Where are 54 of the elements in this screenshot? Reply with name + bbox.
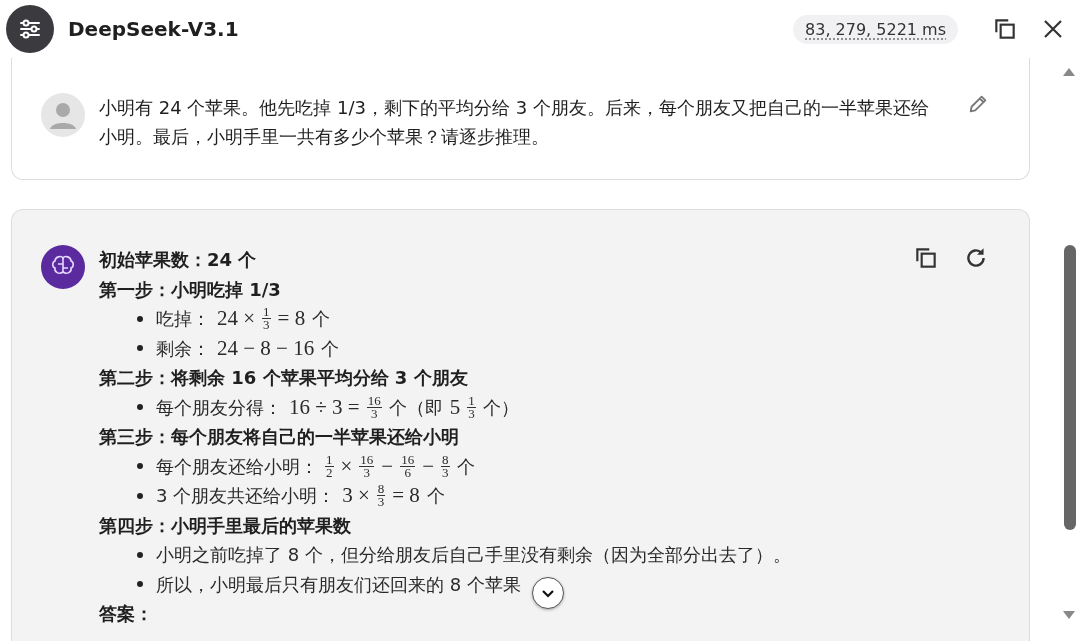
math-expression: 24 ×	[217, 305, 256, 333]
bullet-text: 个	[312, 307, 331, 332]
math-expression: 3 ×	[342, 482, 370, 510]
bullet-text: 每个朋友分得：	[156, 395, 282, 420]
bullet-text: 所以，小明最后只有朋友们还回来的 8 个苹果	[156, 572, 521, 597]
fraction: 16 3	[359, 453, 375, 479]
bullet-text: 剩余：	[156, 336, 210, 361]
math-expression: 24 − 8 − 16	[217, 334, 315, 362]
stats-badge: 83, 279, 5221 ms	[793, 14, 958, 44]
math-expression: 16 ÷ 3 =	[289, 393, 360, 421]
bullet-text: 个）	[482, 395, 519, 420]
math-expression: = 8	[392, 482, 420, 510]
copy-icon[interactable]	[913, 245, 939, 271]
user-avatar-icon	[41, 93, 85, 137]
edit-icon[interactable]	[967, 93, 989, 115]
step-heading: 答案：	[99, 602, 154, 626]
math-expression: 5	[449, 393, 461, 421]
bullet-text: 吃掉：	[156, 307, 210, 332]
fraction: 8 3	[441, 453, 450, 479]
math-expression: −	[422, 452, 435, 480]
close-icon[interactable]	[1042, 18, 1064, 40]
copy-icon[interactable]	[992, 16, 1018, 42]
bullet-text: 个	[456, 454, 475, 479]
bullet-icon	[137, 345, 143, 352]
math-expression: ×	[340, 452, 353, 480]
fraction: 1 3	[467, 394, 476, 420]
step-heading: 第二步：将剩余 16 个苹果平均分给 3 个朋友	[99, 366, 469, 390]
math-expression: = 8	[277, 305, 306, 333]
step-heading: 第三步：每个朋友将自己的一半苹果还给小明	[99, 425, 460, 449]
fraction: 16 6	[400, 453, 416, 479]
bullet-icon	[137, 551, 143, 558]
bullet-text: 个	[426, 484, 445, 509]
bullet-text: 个	[321, 336, 340, 361]
fraction: 1 2	[325, 453, 334, 479]
bullet-text: 3 个朋友共还给小明：	[156, 484, 336, 509]
step-heading: 初始苹果数：24 个	[99, 248, 258, 272]
step-heading: 第一步：小明吃掉 1/3	[99, 277, 282, 302]
bullet-icon	[137, 581, 143, 588]
math-expression: −	[381, 452, 394, 480]
bullet-text: 小明之前吃掉了 8 个，但分给朋友后自己手里没有剩余（因为全部分出去了）。	[156, 543, 791, 568]
fraction: 16 3	[366, 394, 382, 420]
bullet-text: 每个朋友还给小明：	[156, 454, 318, 479]
settings-icon[interactable]	[6, 5, 54, 53]
bullet-icon	[137, 315, 143, 322]
bullet-text: 个（即	[388, 395, 443, 420]
bullet-icon	[137, 492, 143, 499]
user-message-text: 小明有 24 个苹果。他先吃掉 1/3，剩下的平均分给 3 个朋友。后来，每个朋友又把自己的一半苹果还给小明。最后，小明手里一共有多少个苹果？请逐步推理。	[99, 96, 930, 149]
bullet-icon	[137, 404, 143, 411]
fraction: 8 3	[376, 483, 386, 509]
bullet-icon	[137, 463, 143, 470]
step-heading: 第四步：小明手里最后的苹果数	[99, 513, 352, 538]
bot-avatar-icon	[41, 245, 85, 289]
fraction: 1 3	[262, 306, 271, 332]
model-title: DeepSeek-V3.1	[68, 17, 240, 41]
